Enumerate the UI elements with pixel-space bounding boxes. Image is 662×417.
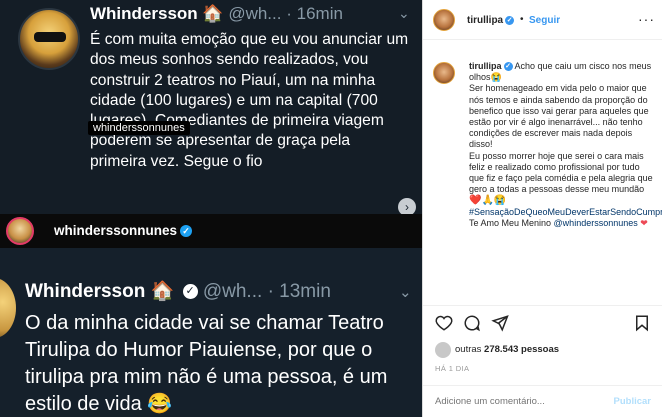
header-username[interactable]: tirullipa ✓ <box>467 15 515 26</box>
mention-link[interactable]: @whinderssonnunes <box>554 218 638 228</box>
caption-line-3: Eu posso morrer hoje que serei o cara ma… <box>469 150 653 195</box>
heart-emoji: ❤ <box>640 217 648 228</box>
likes-count: 278.543 <box>484 344 519 355</box>
tweet-1: Whindersson 🏠 @wh... · 16min ⌄ É com mui… <box>0 0 422 216</box>
liker-avatar[interactable] <box>435 342 451 358</box>
tweet-2-name: Whindersson <box>25 281 146 302</box>
bookmark-icon[interactable] <box>633 314 651 332</box>
tweet-1-header: Whindersson 🏠 @wh... · 16min <box>90 4 343 23</box>
tweet-1-avatar <box>18 8 80 70</box>
tweet-2-avatar <box>0 278 16 338</box>
hashtag-link[interactable]: #SensaçãoDeQueoMeuDeverEstarSendoCumprid… <box>469 207 662 217</box>
tweet-2: Whindersson 🏠 ✓ @wh... · 13min ⌄ O da mi… <box>0 248 422 417</box>
tweet-1-time: 16min <box>296 4 343 23</box>
instagram-panel: tirullipa ✓ • Seguir ··· tirullipa ✓ Acho … <box>422 0 662 417</box>
comment-input[interactable] <box>435 396 595 407</box>
share-icon[interactable] <box>491 314 509 332</box>
likes-row: outras 278.543 pessoas <box>423 339 662 361</box>
emoji-row: ❤️🙏😭 <box>469 195 507 207</box>
caption-text: tirullipa ✓ Acho que caiu um cisco nos me… <box>469 61 662 229</box>
follow-button[interactable]: Seguir <box>529 15 560 26</box>
comment-box: Publicar <box>423 385 662 417</box>
verified-icon: ✓ <box>505 15 515 25</box>
caption-line-2: Ser homenageado em vida pelo o maior que… <box>469 83 649 150</box>
caption-section: tirullipa ✓ Acho que caiu um cisco nos me… <box>423 40 662 305</box>
comment-icon[interactable] <box>463 314 481 332</box>
verified-icon: ✓ <box>182 284 198 300</box>
tweet-2-body: O da minha cidade vai se chamar Teatro T… <box>25 312 388 415</box>
caption-line-4: Te Amo Meu Menino <box>469 217 554 228</box>
story-bar: whinderssonnunes ✓ <box>0 214 422 248</box>
post-image: Whindersson 🏠 @wh... · 16min ⌄ É com mui… <box>0 0 422 417</box>
verified-icon: ✓ <box>180 225 193 238</box>
separator-dot: • <box>520 14 524 25</box>
publish-button[interactable]: Publicar <box>614 396 652 407</box>
tweet-2-time: 13min <box>279 281 331 302</box>
tweet-1-handle: @wh... <box>228 4 282 23</box>
caption-avatar[interactable] <box>433 62 455 84</box>
likes-text[interactable]: outras 278.543 pessoas <box>455 344 559 355</box>
verified-icon: ✓ <box>503 62 513 72</box>
tweet-2-handle: @wh... <box>202 281 263 302</box>
avatar[interactable] <box>433 9 455 31</box>
caption-username[interactable]: tirullipa ✓ <box>469 61 513 72</box>
house-icon: 🏠 <box>150 281 175 302</box>
screenshot-stage: Whindersson 🏠 @wh... · 16min ⌄ É com mui… <box>0 0 662 417</box>
post-header: tirullipa ✓ • Seguir ··· <box>423 0 662 40</box>
house-icon: 🏠 <box>202 4 224 23</box>
tweet-2-header: Whindersson 🏠 ✓ @wh... · 13min <box>25 281 331 302</box>
story-username: whinderssonnunes ✓ <box>54 223 193 238</box>
story-avatar[interactable] <box>6 217 34 245</box>
heart-icon[interactable] <box>435 314 453 332</box>
more-icon[interactable]: ··· <box>638 11 655 27</box>
action-bar <box>423 305 662 339</box>
tweet-1-name: Whindersson <box>90 4 198 23</box>
chevron-down-icon: ⌄ <box>399 284 412 301</box>
user-tag[interactable]: whinderssonnunes <box>88 121 190 135</box>
tweet-1-body: É com muita emoção que eu vou anunciar u… <box>90 31 409 170</box>
post-timestamp: HÁ 1 DIA <box>435 364 470 373</box>
chevron-down-icon: ⌄ <box>398 5 410 21</box>
